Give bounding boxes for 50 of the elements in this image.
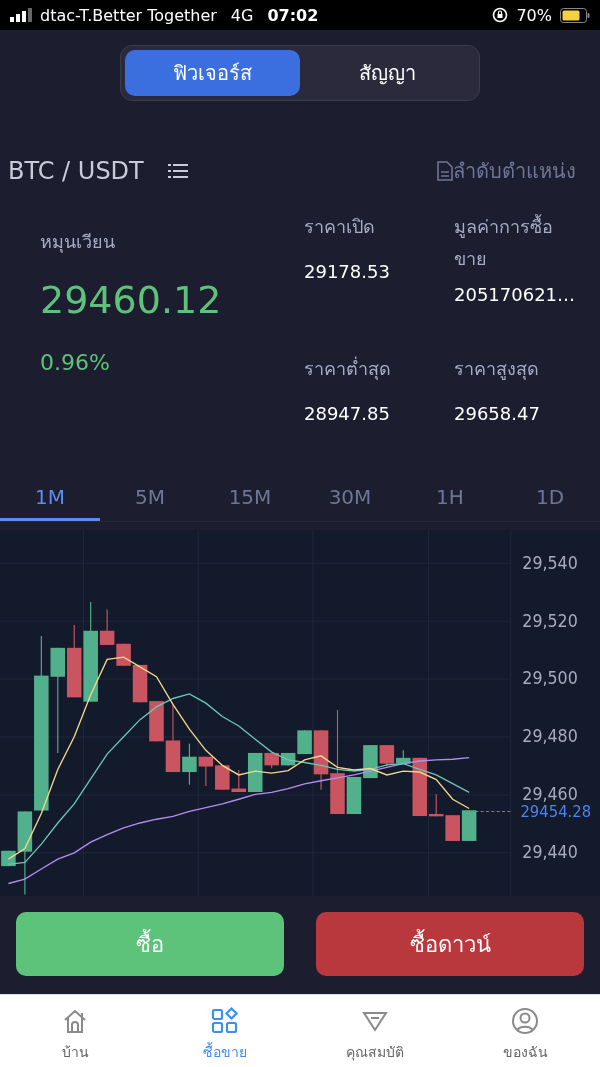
candlestick: [445, 814, 460, 842]
grid-icon: [211, 1007, 239, 1035]
interval-tab[interactable]: 1D: [500, 475, 600, 521]
nav-tab[interactable]: ของฉัน: [450, 995, 600, 1067]
battery-icon: [560, 7, 590, 23]
stat-label: ราคาต่ำสุด: [304, 355, 392, 382]
stat-label: มูลค่าการซื้อขาย: [454, 213, 554, 271]
positions-link[interactable]: ลำดับตำแหน่ง: [453, 155, 576, 187]
stat-value: 29658.47: [454, 401, 541, 426]
document-icon: [437, 161, 453, 181]
nav-tab[interactable]: คุณสมบัติ: [300, 995, 450, 1067]
stat-value: 28947.85: [304, 401, 391, 426]
axis-label: 29,520: [522, 610, 582, 631]
carrier-name: dtac-T.Better Together: [40, 5, 217, 25]
mode-tab[interactable]: ฟิวเจอร์ส: [125, 50, 300, 96]
axis-label: 29,460: [522, 784, 582, 805]
price-change: 0.96%: [40, 350, 111, 375]
interval-tab[interactable]: 5M: [100, 475, 200, 521]
last-price-label: 29454.28: [520, 803, 594, 822]
axis-label: 29,440: [522, 842, 582, 863]
stat-label: ราคาสูงสุด: [454, 357, 540, 382]
battery-percent: 70%: [516, 5, 552, 25]
stat-label: ราคาเปิด: [304, 215, 376, 239]
interval-tab[interactable]: 30M: [300, 475, 400, 521]
axis-label: 29,500: [522, 668, 582, 689]
candlestick: [215, 764, 230, 791]
last-price-line: [469, 810, 514, 813]
buy-button[interactable]: ซื้อ: [16, 912, 284, 976]
nav-tab[interactable]: ซื้อขาย: [150, 995, 300, 1067]
axis-label: 29,480: [522, 726, 582, 747]
stat-value: 29178.53: [304, 259, 391, 284]
axis-label: 29,540: [522, 552, 582, 573]
signal-icon: [10, 8, 32, 22]
interval-tab[interactable]: 15M: [200, 475, 300, 521]
clock-time: 07:02: [267, 5, 319, 25]
rotation-lock-icon: [492, 7, 509, 23]
turnover-label: หมุนเวียน: [40, 230, 116, 255]
network-type: 4G: [230, 5, 254, 25]
stat-value: 205170621…: [454, 283, 577, 307]
pair-symbol: BTC / USDT: [8, 157, 144, 185]
candlestick: [461, 809, 477, 842]
profile-icon: [511, 1007, 539, 1035]
candlestick: [198, 756, 214, 787]
list-icon[interactable]: [167, 163, 188, 179]
nav-tab[interactable]: บ้าน: [0, 995, 150, 1067]
last-price: 29460.12: [40, 278, 223, 322]
sell-button[interactable]: ซื้อดาวน์: [316, 912, 584, 976]
mode-tab[interactable]: สัญญา: [300, 50, 475, 96]
interval-tab[interactable]: 1H: [400, 475, 500, 521]
interval-tab[interactable]: 1M: [0, 475, 100, 521]
